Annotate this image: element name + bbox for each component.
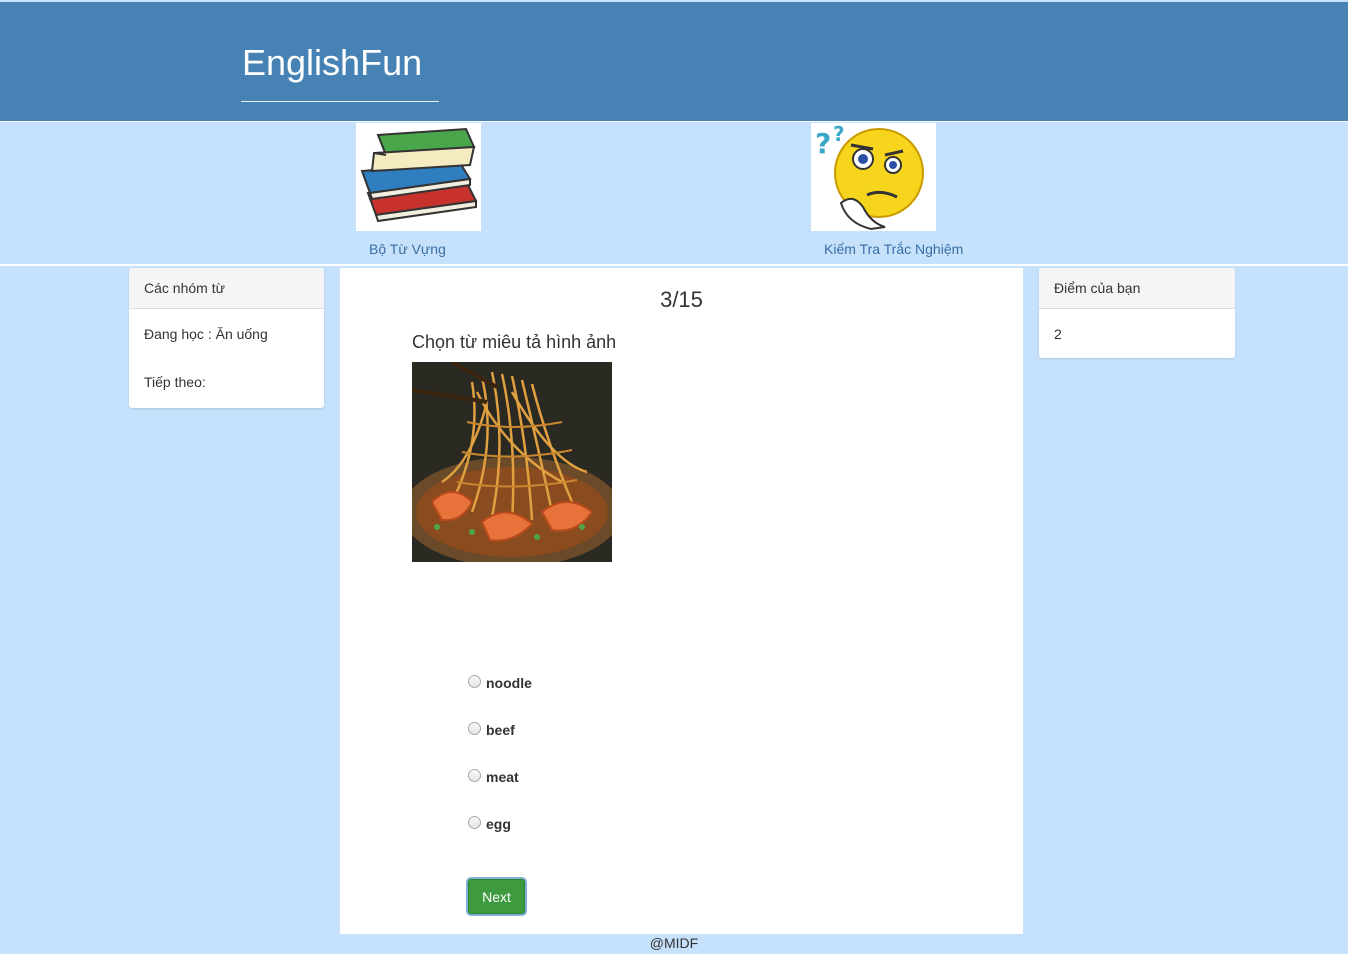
nav-item-vocabulary[interactable]: Bộ Từ Vựng — [356, 123, 481, 257]
score-heading: Điểm của bạn — [1039, 268, 1235, 309]
radio-button[interactable] — [468, 674, 481, 688]
word-groups-panel: Các nhóm từ Đang học : Ăn uống Tiếp theo… — [129, 268, 324, 408]
header-bar: EnglishFun — [0, 2, 1348, 121]
thinking-face-icon[interactable]: ? ? — [811, 123, 936, 231]
brand-logo[interactable]: EnglishFun — [242, 42, 422, 84]
question-text: Chọn từ miêu tả hình ảnh — [412, 332, 617, 352]
quiz-card: 3/15 Chọn từ miêu tả hình ảnh noodle bee… — [340, 268, 1023, 934]
svg-text:?: ? — [833, 123, 845, 146]
radio-button[interactable] — [468, 768, 481, 782]
brand-underline — [241, 101, 439, 102]
score-panel: Điểm của bạn 2 — [1039, 268, 1235, 358]
radio-button[interactable] — [468, 815, 481, 829]
noodles-with-shrimp-photo — [412, 362, 612, 562]
radio-button[interactable] — [468, 721, 481, 735]
studying-group-label: Đang học : Ăn uống — [144, 326, 268, 342]
footer-credit: @MIDF — [649, 935, 699, 951]
books-icon[interactable] — [356, 123, 481, 231]
option-meat[interactable]: meat — [468, 768, 519, 785]
question-counter: 3/15 — [660, 287, 703, 312]
next-button[interactable]: Next — [468, 879, 525, 914]
word-groups-heading: Các nhóm từ — [129, 268, 324, 309]
nav-label-quiz[interactable]: Kiểm Tra Trắc Nghiệm — [824, 241, 963, 257]
nav-bar: Bộ Từ Vựng ? ? Kiểm Tra Trắc Nghiệm — [0, 121, 1348, 266]
nav-item-quiz[interactable]: ? ? Kiểm Tra Trắc Nghiệm — [811, 123, 963, 257]
svg-text:?: ? — [815, 127, 831, 160]
option-noodle[interactable]: noodle — [468, 674, 532, 691]
option-label[interactable]: beef — [486, 722, 515, 738]
option-label[interactable]: egg — [486, 816, 511, 832]
option-beef[interactable]: beef — [468, 721, 515, 738]
option-egg[interactable]: egg — [468, 815, 511, 832]
option-label[interactable]: noodle — [486, 675, 532, 691]
nav-label-vocabulary[interactable]: Bộ Từ Vựng — [369, 241, 446, 257]
score-value: 2 — [1054, 326, 1062, 342]
next-group-label: Tiếp theo: — [144, 374, 206, 390]
option-label[interactable]: meat — [486, 769, 519, 785]
